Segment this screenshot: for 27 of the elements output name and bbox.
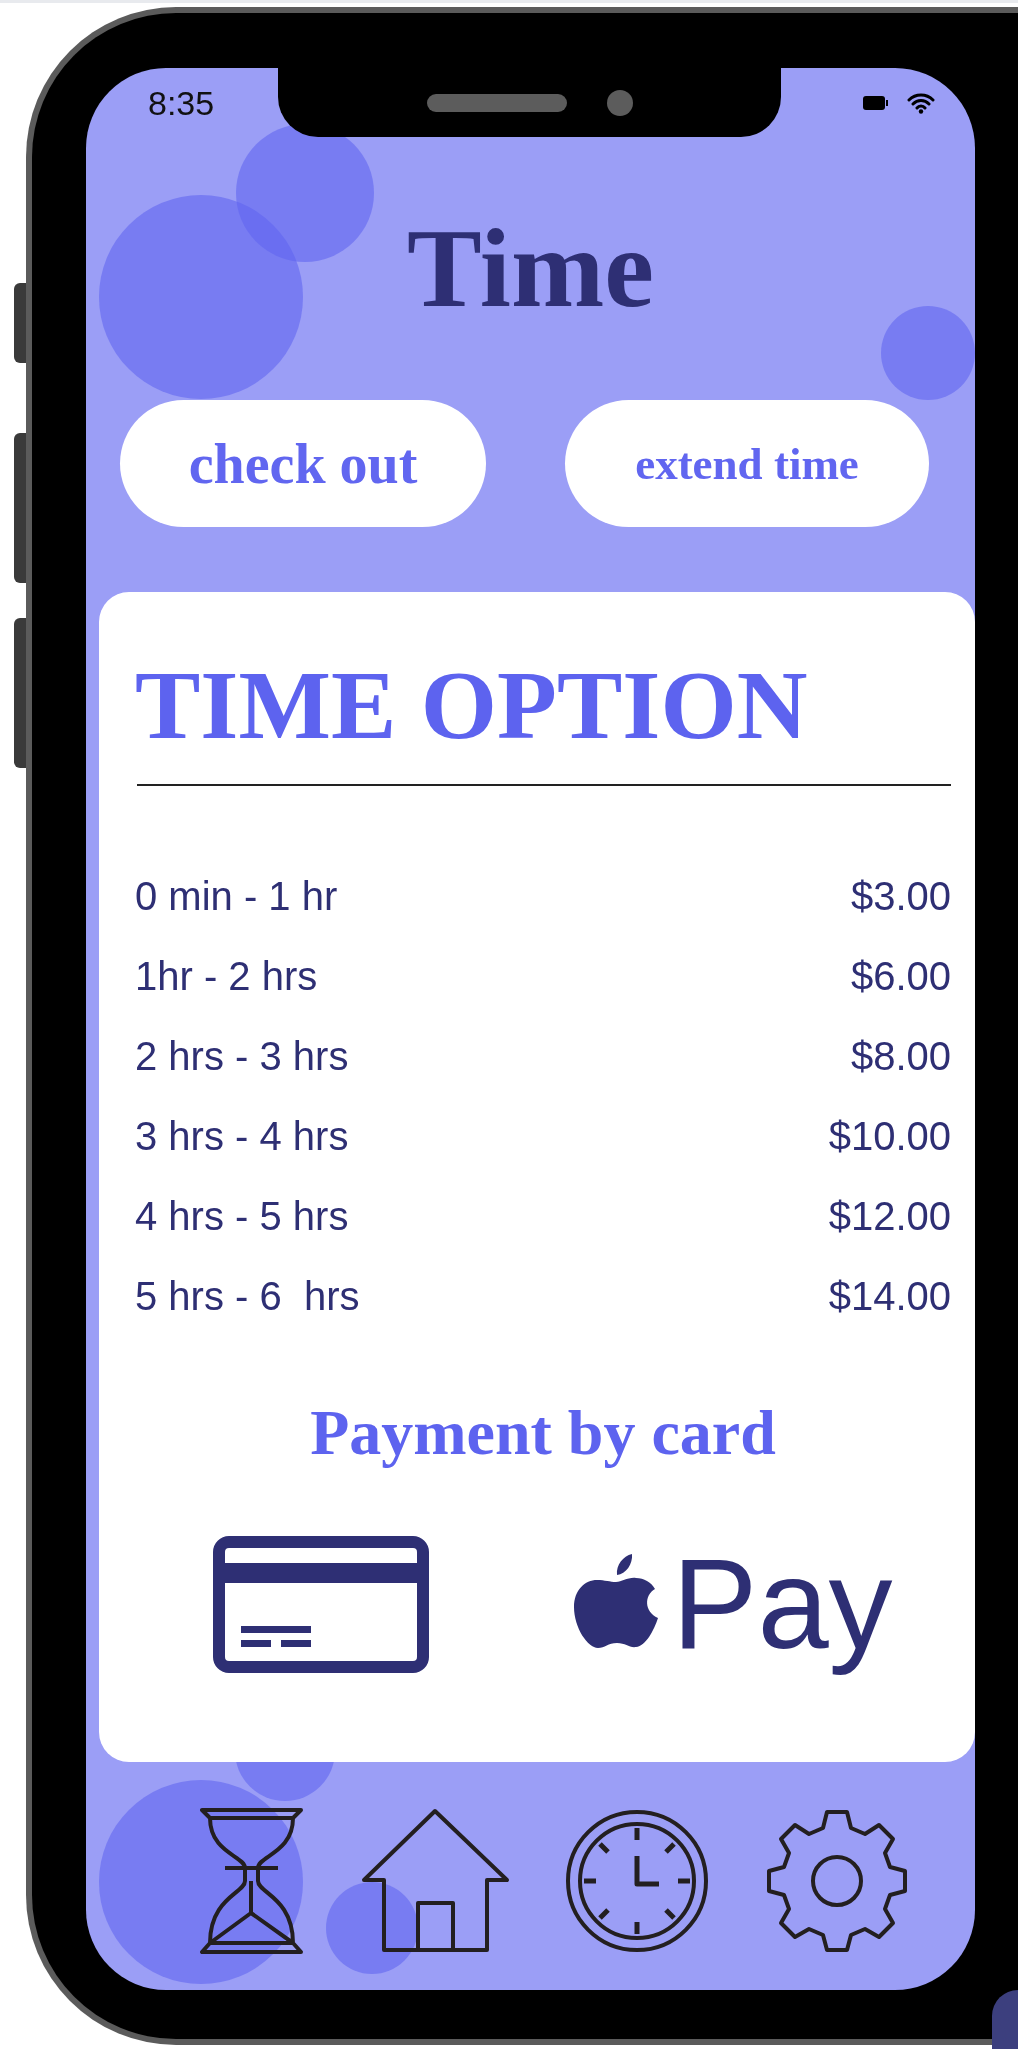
- wifi-icon: [907, 92, 935, 114]
- section-title: TIME OPTION: [135, 650, 809, 760]
- price-label: $14.00: [828, 1273, 951, 1319]
- action-button[interactable]: check out: [120, 400, 486, 527]
- price-label: $6.00: [850, 953, 951, 999]
- duration-label: 4 hrs - 5 hrs: [135, 1193, 349, 1239]
- section-title: Payment by card: [309, 1396, 777, 1470]
- price-label: $8.00: [850, 1033, 951, 1079]
- duration-label: 0 min - 1 hr: [135, 873, 338, 919]
- duration-label: 3 hrs - 4 hrs: [135, 1113, 349, 1159]
- duration-label: 1hr - 2 hrs: [135, 953, 318, 999]
- action-button[interactable]: extend time: [565, 400, 929, 527]
- duration-label: 2 hrs - 3 hrs: [135, 1033, 349, 1079]
- apple-pay-button[interactable]: Pay: [572, 1529, 899, 1679]
- price-label: $3.00: [850, 873, 951, 919]
- credit-card-icon[interactable]: [213, 1535, 429, 1673]
- settings-icon[interactable]: [765, 1808, 909, 1954]
- clock-icon[interactable]: [565, 1808, 710, 1954]
- camera: [606, 89, 633, 116]
- price-label: $10.00: [828, 1113, 951, 1159]
- status-time: 8:35: [148, 83, 215, 123]
- price-label: $12.00: [828, 1193, 951, 1239]
- hourglass-icon[interactable]: [200, 1808, 303, 1954]
- home-icon[interactable]: [361, 1808, 510, 1954]
- battery-icon: [863, 95, 889, 111]
- page-title: Time: [407, 213, 654, 323]
- duration-label: 5 hrs - 6 hrs: [135, 1273, 360, 1319]
